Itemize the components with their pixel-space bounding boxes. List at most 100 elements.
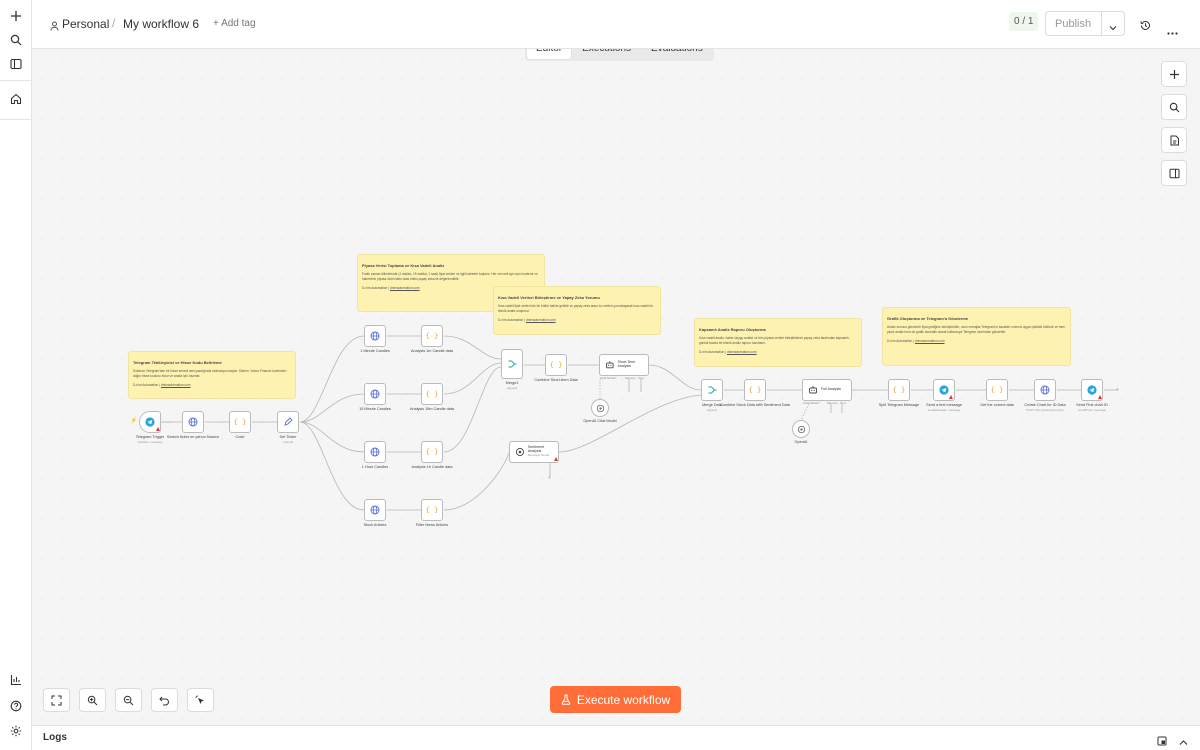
help-icon[interactable] bbox=[6, 696, 26, 716]
node-sentiment-analysis[interactable]: Sentiment Analysis Message Model bbox=[509, 441, 559, 463]
add-tag-button[interactable]: + Add tag bbox=[213, 18, 256, 29]
node-combine-short-term[interactable]: { } bbox=[545, 354, 567, 376]
port-label: Tool bbox=[840, 401, 846, 405]
node-combine-stock-sentiment[interactable]: { } bbox=[744, 379, 766, 401]
chevron-up-icon[interactable] bbox=[1179, 734, 1188, 750]
sticky-note-button[interactable] bbox=[1161, 127, 1187, 153]
logs-panel-bar[interactable]: Logs bbox=[32, 725, 1200, 750]
node-openai[interactable] bbox=[792, 420, 810, 438]
node-search-ticker[interactable] bbox=[182, 411, 204, 433]
note-title: Kısa Vadeli Verileri Birleştirme ve Yapa… bbox=[498, 295, 600, 300]
node-analysis-1h[interactable]: { } bbox=[421, 441, 443, 463]
node-analysis-1m[interactable]: { } bbox=[421, 325, 443, 347]
zoom-out-button[interactable] bbox=[115, 688, 142, 712]
publish-divider bbox=[1101, 12, 1102, 35]
insights-icon[interactable] bbox=[6, 670, 26, 690]
sticky-note[interactable]: Telegram Tetikleyicisi ve Hisse Kodu Bel… bbox=[128, 351, 296, 399]
node-label: Filter News Articles bbox=[415, 523, 449, 527]
execute-workflow-label: Execute workflow bbox=[576, 692, 671, 707]
note-link[interactable]: dnimautomation.com bbox=[915, 339, 945, 343]
node-code[interactable]: { } bbox=[229, 411, 251, 433]
open-logs-window-icon[interactable] bbox=[1157, 733, 1167, 750]
search-icon[interactable] bbox=[6, 30, 26, 50]
workflow-header: Personal / My workflow 6 + Add tag 0 / 1… bbox=[32, 0, 1200, 49]
search-icon bbox=[1169, 102, 1179, 112]
port-label: Memory bbox=[625, 376, 636, 380]
history-icon[interactable] bbox=[1140, 18, 1151, 36]
note-link[interactable]: dnimautomation.com bbox=[727, 350, 757, 354]
node-get-correct-data[interactable]: { } bbox=[986, 379, 1008, 401]
node-1m-candles[interactable] bbox=[364, 325, 386, 347]
openai-icon bbox=[596, 404, 604, 412]
node-label: Send First chart ID sendPhoto: message bbox=[1076, 403, 1108, 412]
node-split-telegram[interactable]: { } bbox=[888, 379, 910, 401]
connection bbox=[800, 403, 810, 421]
note-link[interactable]: dnimautomation.com bbox=[390, 286, 420, 290]
connection bbox=[830, 404, 843, 413]
note-icon bbox=[1170, 135, 1179, 145]
home-icon[interactable] bbox=[6, 89, 26, 109]
active-counter-badge[interactable]: 0 / 1 bbox=[1009, 12, 1039, 31]
connection bbox=[628, 379, 642, 392]
project-breadcrumb[interactable]: Personal bbox=[62, 17, 109, 31]
note-body: Kullanıcı Telegram'dan bir hisse senedi … bbox=[133, 369, 287, 378]
port-label: Chat Model* bbox=[600, 376, 617, 380]
tab-executions[interactable]: Executions bbox=[573, 49, 640, 59]
node-merge-data[interactable] bbox=[701, 379, 723, 401]
settings-gear-icon[interactable] bbox=[6, 721, 26, 741]
publish-button-group: Publish bbox=[1045, 11, 1125, 36]
note-title: Piyasa Verisi Toplama ve Kısa Vadeli Ana… bbox=[362, 263, 445, 268]
node-set-ticker[interactable] bbox=[277, 411, 299, 433]
node-openai-chat-model[interactable] bbox=[591, 399, 609, 417]
fit-view-button[interactable] bbox=[43, 688, 70, 712]
chevron-down-icon[interactable] bbox=[1109, 19, 1117, 37]
undo-button[interactable] bbox=[151, 688, 178, 712]
node-filter-news[interactable]: { } bbox=[421, 499, 443, 521]
add-icon[interactable] bbox=[6, 6, 26, 26]
add-node-endpoint-icon[interactable]: + bbox=[1116, 387, 1119, 393]
node-short-term-analysis[interactable]: Short-Term Analysis bbox=[599, 354, 649, 376]
node-label: Set Ticker manual bbox=[279, 435, 297, 444]
logs-label: Logs bbox=[43, 732, 67, 743]
telegram-icon bbox=[939, 385, 949, 395]
breadcrumb-separator: / bbox=[112, 16, 116, 30]
openai-icon bbox=[515, 447, 524, 457]
panel-icon bbox=[1169, 168, 1179, 178]
node-create-chart[interactable] bbox=[1034, 379, 1056, 401]
edit-icon bbox=[284, 417, 293, 426]
side-panel-button[interactable] bbox=[1161, 160, 1187, 186]
warning-icon bbox=[156, 427, 160, 431]
node-merge1[interactable] bbox=[501, 349, 523, 379]
workflow-canvas[interactable]: Editor Executions Evaluations Telegram T… bbox=[32, 49, 1200, 725]
node-full-analysis[interactable]: Full Analysis bbox=[802, 379, 852, 401]
telegram-icon bbox=[145, 417, 155, 427]
panel-toggle-icon[interactable] bbox=[6, 54, 26, 74]
execute-workflow-button[interactable]: Execute workflow bbox=[550, 686, 681, 713]
globe-icon bbox=[370, 505, 380, 515]
globe-icon bbox=[370, 447, 380, 457]
search-nodes-button[interactable] bbox=[1161, 94, 1187, 120]
note-link[interactable]: dnimautomation.com bbox=[526, 318, 556, 322]
add-node-endpoint-icon[interactable]: + bbox=[548, 475, 551, 481]
workflow-name[interactable]: My workflow 6 bbox=[123, 17, 199, 31]
node-label: Analysis 1m Candle data bbox=[411, 349, 453, 353]
node-15m-candles[interactable] bbox=[364, 383, 386, 405]
tab-evaluations[interactable]: Evaluations bbox=[642, 49, 712, 59]
more-options-icon[interactable] bbox=[1167, 22, 1178, 40]
node-analysis-15m[interactable]: { } bbox=[421, 383, 443, 405]
tab-editor[interactable]: Editor bbox=[527, 49, 572, 59]
sticky-note[interactable]: Kapsamlı Analiz Raporu Oluşturma Kısa va… bbox=[694, 318, 862, 367]
tidy-up-button[interactable] bbox=[187, 688, 214, 712]
cursor-sparkle-icon bbox=[195, 695, 204, 704]
sticky-note[interactable]: Kısa Vadeli Verileri Birleştirme ve Yapa… bbox=[493, 286, 661, 335]
node-label: Combine Stock Data with Sentiment Data bbox=[720, 403, 790, 407]
node-stock-articles[interactable] bbox=[364, 499, 386, 521]
sticky-note[interactable]: Grafik Oluşturma ve Telegram'a Gönderme … bbox=[882, 307, 1071, 366]
add-node-button[interactable] bbox=[1161, 61, 1187, 87]
publish-button[interactable]: Publish bbox=[1055, 18, 1091, 30]
zoom-in-button[interactable] bbox=[79, 688, 106, 712]
node-1h-candles[interactable] bbox=[364, 441, 386, 463]
note-link[interactable]: dnimautomation.com bbox=[161, 383, 191, 387]
robot-icon bbox=[809, 386, 817, 394]
port-label: Tool bbox=[638, 376, 644, 380]
